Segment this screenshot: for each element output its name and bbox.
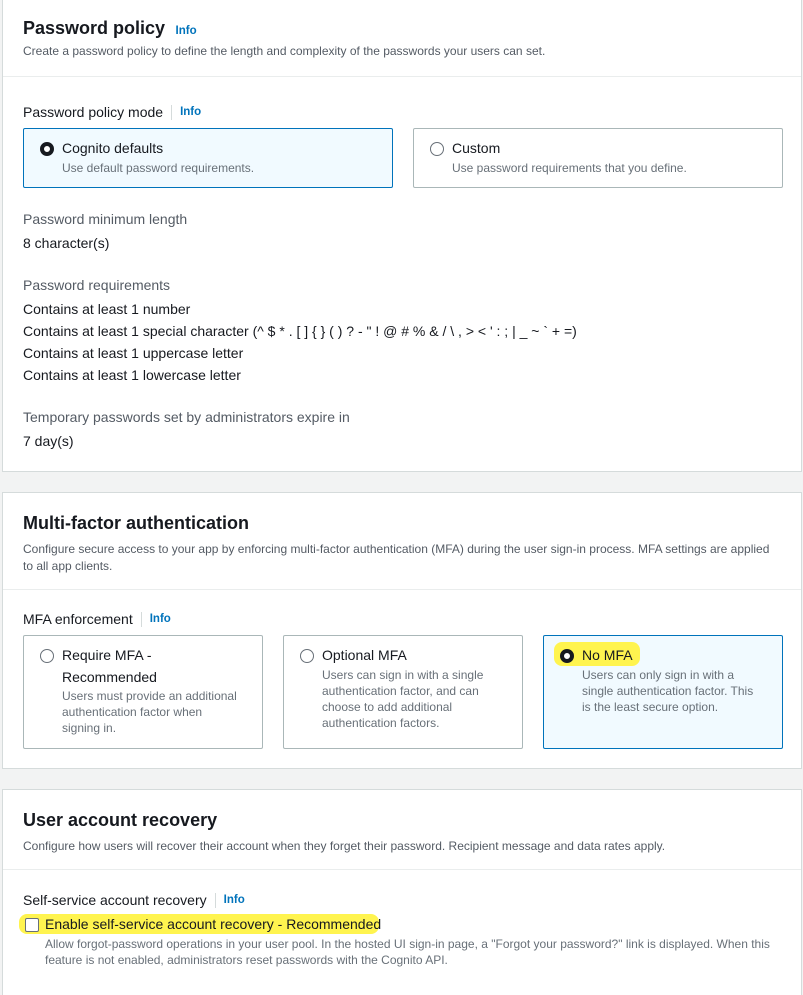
option-title: Require MFA - bbox=[62, 647, 152, 663]
checkbox-icon[interactable] bbox=[25, 918, 39, 932]
info-link[interactable]: Info bbox=[224, 894, 245, 906]
divider bbox=[3, 869, 801, 870]
option-description: authentication factor when bbox=[62, 705, 203, 719]
info-link[interactable]: Info bbox=[180, 106, 201, 118]
requirements-label: Password requirements bbox=[23, 277, 171, 293]
option-description: Users must provide an additional bbox=[62, 689, 237, 703]
divider bbox=[3, 589, 801, 590]
divider bbox=[3, 76, 801, 77]
option-description: single authentication factor. This bbox=[582, 684, 754, 698]
temp-expire-value: 7 day(s) bbox=[23, 433, 74, 449]
radio-icon[interactable] bbox=[300, 649, 314, 663]
password-policy-header: Password policy Info Create a password p… bbox=[3, 0, 801, 60]
account-recovery-card: User account recovery Configure how user… bbox=[2, 789, 802, 995]
info-link[interactable]: Info bbox=[150, 613, 171, 625]
no-mfa-option[interactable]: No MFA Users can only sign in with a sin… bbox=[543, 635, 783, 749]
option-title: Custom bbox=[452, 140, 501, 156]
section-description: Create a password policy to define the l… bbox=[23, 44, 546, 58]
separator bbox=[171, 104, 173, 120]
field-label: MFA enforcement bbox=[23, 611, 133, 627]
separator bbox=[214, 892, 216, 908]
option-title-line2: Recommended bbox=[62, 669, 157, 685]
password-policy-mode-label-row: Password policy mode Info bbox=[23, 104, 201, 120]
field-label: Password policy mode bbox=[23, 104, 164, 120]
mfa-enforcement-label-row: MFA enforcement Info bbox=[23, 611, 171, 627]
option-description: is the least secure option. bbox=[582, 700, 719, 714]
option-title: Cognito defaults bbox=[62, 140, 164, 156]
requirement-item: Contains at least 1 lowercase letter bbox=[23, 367, 241, 383]
requirement-item: Contains at least 1 number bbox=[23, 301, 191, 317]
section-description: Configure secure access to your app by e… bbox=[23, 542, 770, 573]
option-title: No MFA bbox=[582, 647, 633, 663]
temp-expire-label: Temporary passwords set by administrator… bbox=[23, 409, 350, 425]
cognito-defaults-option[interactable]: Cognito defaults Use default password re… bbox=[23, 128, 393, 188]
info-link[interactable]: Info bbox=[176, 25, 197, 37]
checkbox-description: Allow forgot-password operations in your… bbox=[45, 937, 770, 967]
radio-icon[interactable] bbox=[40, 649, 54, 663]
requirement-item: Contains at least 1 uppercase letter bbox=[23, 345, 244, 361]
section-title: Multi-factor authentication bbox=[23, 513, 249, 533]
radio-selected-icon[interactable] bbox=[560, 649, 574, 663]
mfa-header: Multi-factor authentication Configure se… bbox=[3, 493, 801, 575]
option-description: authentication factors. bbox=[322, 716, 440, 730]
option-description: Use default password requirements. bbox=[62, 161, 255, 175]
requirement-item: Contains at least 1 special character (^… bbox=[23, 323, 577, 339]
field-label: Self-service account recovery bbox=[23, 892, 207, 908]
self-service-label-row: Self-service account recovery Info bbox=[23, 892, 245, 908]
min-length-value: 8 character(s) bbox=[23, 235, 110, 251]
min-length-label: Password minimum length bbox=[23, 211, 188, 227]
checkbox-label[interactable]: Enable self-service account recovery - R… bbox=[45, 916, 405, 932]
mfa-card: Multi-factor authentication Configure se… bbox=[2, 492, 802, 769]
optional-mfa-option[interactable]: Optional MFA Users can sign in with a si… bbox=[283, 635, 523, 749]
option-description: choose to add additional bbox=[322, 700, 453, 714]
section-title: Password policy bbox=[23, 18, 166, 38]
section-title: User account recovery bbox=[23, 810, 218, 830]
radio-selected-icon[interactable] bbox=[40, 142, 54, 156]
option-description: Users can sign in with a single bbox=[322, 668, 484, 682]
option-title: Optional MFA bbox=[322, 647, 407, 663]
recovery-header: User account recovery Configure how user… bbox=[3, 790, 801, 855]
option-description: signing in. bbox=[62, 721, 117, 735]
separator bbox=[140, 611, 142, 627]
password-policy-card: Password policy Info Create a password p… bbox=[2, 0, 802, 472]
option-description: Users can only sign in with a bbox=[582, 668, 735, 682]
option-description: Use password requirements that you defin… bbox=[452, 161, 687, 175]
radio-icon[interactable] bbox=[430, 142, 444, 156]
option-description: authentication factor, and can bbox=[322, 684, 479, 698]
custom-option[interactable]: Custom Use password requirements that yo… bbox=[413, 128, 783, 188]
require-mfa-option[interactable]: Require MFA - Recommended Users must pro… bbox=[23, 635, 263, 749]
section-description: Configure how users will recover their a… bbox=[23, 839, 666, 853]
